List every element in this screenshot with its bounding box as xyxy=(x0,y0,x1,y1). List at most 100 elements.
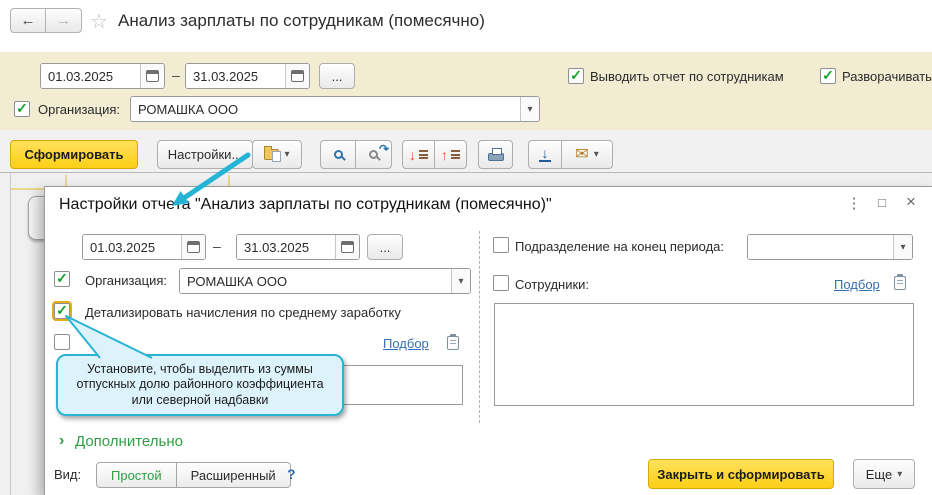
detail-avg-earnings-checkbox[interactable]: ✓ xyxy=(54,303,70,319)
more-label: Еще xyxy=(866,467,892,482)
generate-button[interactable]: Сформировать xyxy=(10,140,138,169)
grid-line xyxy=(10,173,11,495)
calendar-button[interactable] xyxy=(285,64,309,88)
period-more-label: ... xyxy=(380,240,391,255)
more-button[interactable]: Еще ▾ xyxy=(853,459,915,489)
date-to-value[interactable]: 31.03.2025 xyxy=(186,64,285,88)
chevron-down-icon: ▾ xyxy=(458,276,463,287)
calendar-button[interactable] xyxy=(335,235,359,259)
find-next-icon xyxy=(369,150,378,159)
report-variants-button[interactable]: ▾ xyxy=(252,140,302,169)
tooltip-balloon: Установите, чтобы выделить из суммы отпу… xyxy=(56,354,344,416)
toolbar: Сформировать Настройки... ▾ ↷ ↓ ↑ ↓ ✉ ▾ xyxy=(0,130,932,173)
dialog-maximize-icon[interactable]: □ xyxy=(872,195,892,210)
dialog-organization-label: Организация: xyxy=(85,273,167,288)
organization-combo[interactable]: РОМАШКА ООО ▾ xyxy=(130,96,540,122)
back-icon: ← xyxy=(21,12,36,29)
view-extended-button[interactable]: Расширенный xyxy=(177,462,291,488)
dropdown-button[interactable]: ▾ xyxy=(451,269,470,293)
dropdown-button[interactable]: ▾ xyxy=(520,97,539,121)
period-more-label: ... xyxy=(332,69,343,84)
calendar-icon xyxy=(291,70,304,82)
date-range-dash: – xyxy=(213,238,221,254)
calendar-icon xyxy=(341,241,354,253)
chevron-down-icon: ▾ xyxy=(897,469,902,480)
expand-label: Разворачивать xyxy=(842,69,932,84)
period-more-button[interactable]: ... xyxy=(319,63,355,89)
dialog-more-icon[interactable]: ⋮ xyxy=(844,194,864,212)
date-from-field[interactable]: 01.03.2025 xyxy=(40,63,165,89)
calendar-button[interactable] xyxy=(181,235,205,259)
chevron-right-icon: › xyxy=(59,432,64,450)
dialog-organization-checkbox[interactable]: ✓ xyxy=(54,271,70,287)
save-button[interactable]: ↓ xyxy=(528,140,562,169)
download-icon: ↓ xyxy=(539,147,551,162)
employees-checkbox[interactable] xyxy=(493,275,509,291)
date-from-value[interactable]: 01.03.2025 xyxy=(83,235,181,259)
dialog-date-from-field[interactable]: 01.03.2025 xyxy=(82,234,206,260)
date-to-field[interactable]: 31.03.2025 xyxy=(185,63,310,89)
settings-button[interactable]: Настройки... xyxy=(157,140,253,169)
panel-splitter[interactable] xyxy=(479,231,480,423)
grid-line xyxy=(65,175,67,186)
view-simple-button[interactable]: Простой xyxy=(96,462,177,488)
close-and-generate-button[interactable]: Закрыть и сформировать xyxy=(648,459,834,489)
search-button[interactable] xyxy=(320,140,356,169)
clipboard-icon[interactable] xyxy=(894,276,906,290)
dialog-title: Настройки отчета "Анализ зарплаты по сот… xyxy=(59,196,552,214)
help-icon[interactable]: ? xyxy=(287,466,296,482)
collapse-groups-button[interactable]: ↓ xyxy=(402,140,435,169)
print-button[interactable] xyxy=(478,140,513,169)
date-from-value[interactable]: 01.03.2025 xyxy=(41,64,140,88)
calendar-icon xyxy=(146,70,159,82)
expand-checkbox[interactable]: ✓ xyxy=(820,68,836,84)
app-window: ← → ☆ Анализ зарплаты по сотрудникам (по… xyxy=(0,0,932,495)
back-button[interactable]: ← xyxy=(10,8,46,33)
chevron-down-icon: ▾ xyxy=(594,149,599,160)
show-employees-checkbox[interactable]: ✓ xyxy=(568,68,584,84)
dialog-organization-combo[interactable]: РОМАШКА ООО ▾ xyxy=(179,268,471,294)
nav-buttons: ← → xyxy=(10,8,82,33)
date-to-value[interactable]: 31.03.2025 xyxy=(237,235,335,259)
search-icon xyxy=(334,150,343,159)
organization-value[interactable]: РОМАШКА ООО xyxy=(180,269,451,293)
list-lines-icon xyxy=(419,150,428,159)
settings-label: Настройки... xyxy=(168,147,243,162)
find-next-button[interactable]: ↷ xyxy=(355,140,392,169)
department-checkbox[interactable] xyxy=(493,237,509,253)
dialog-close-icon[interactable]: × xyxy=(901,192,921,212)
dialog-date-to-field[interactable]: 31.03.2025 xyxy=(236,234,360,260)
calendar-button[interactable] xyxy=(140,64,164,88)
department-combo[interactable]: ▾ xyxy=(747,234,913,260)
clipboard-icon[interactable] xyxy=(447,336,459,350)
organization-checkbox[interactable]: ✓ xyxy=(14,101,30,117)
organization-label: Организация: xyxy=(38,102,120,117)
dropdown-button[interactable]: ▾ xyxy=(893,235,912,259)
employees-pick-link[interactable]: Подбор xyxy=(834,277,880,292)
left-hidden-checkbox[interactable] xyxy=(54,334,70,350)
forward-button[interactable]: → xyxy=(46,8,82,33)
additional-section-link[interactable]: Дополнительно xyxy=(75,433,183,450)
date-range-dash: – xyxy=(172,67,180,83)
page-title: Анализ зарплаты по сотрудникам (помесячн… xyxy=(118,11,485,31)
arrow-up-icon: ↑ xyxy=(441,148,448,162)
chevron-down-icon: ▾ xyxy=(900,242,905,253)
view-extended-label: Расширенный xyxy=(191,468,276,483)
organization-value[interactable]: РОМАШКА ООО xyxy=(131,97,520,121)
detail-avg-earnings-label: Детализировать начисления по среднему за… xyxy=(85,305,401,320)
check-icon: ✓ xyxy=(822,67,834,83)
show-employees-label: Выводить отчет по сотрудникам xyxy=(590,69,784,84)
department-value[interactable] xyxy=(748,235,893,259)
employees-list-box[interactable] xyxy=(494,303,914,406)
send-email-button[interactable]: ✉ ▾ xyxy=(561,140,613,169)
check-icon: ✓ xyxy=(56,302,68,318)
view-simple-label: Простой xyxy=(111,468,162,483)
dialog-period-more-button[interactable]: ... xyxy=(367,234,403,260)
left-pick-link[interactable]: Подбор xyxy=(383,336,429,351)
favorite-star-icon[interactable]: ☆ xyxy=(90,9,108,34)
chevron-down-icon: ▾ xyxy=(284,149,289,160)
forward-icon: → xyxy=(56,12,71,29)
close-and-generate-label: Закрыть и сформировать xyxy=(657,467,825,482)
expand-groups-button[interactable]: ↑ xyxy=(434,140,467,169)
grid-line xyxy=(11,188,45,190)
